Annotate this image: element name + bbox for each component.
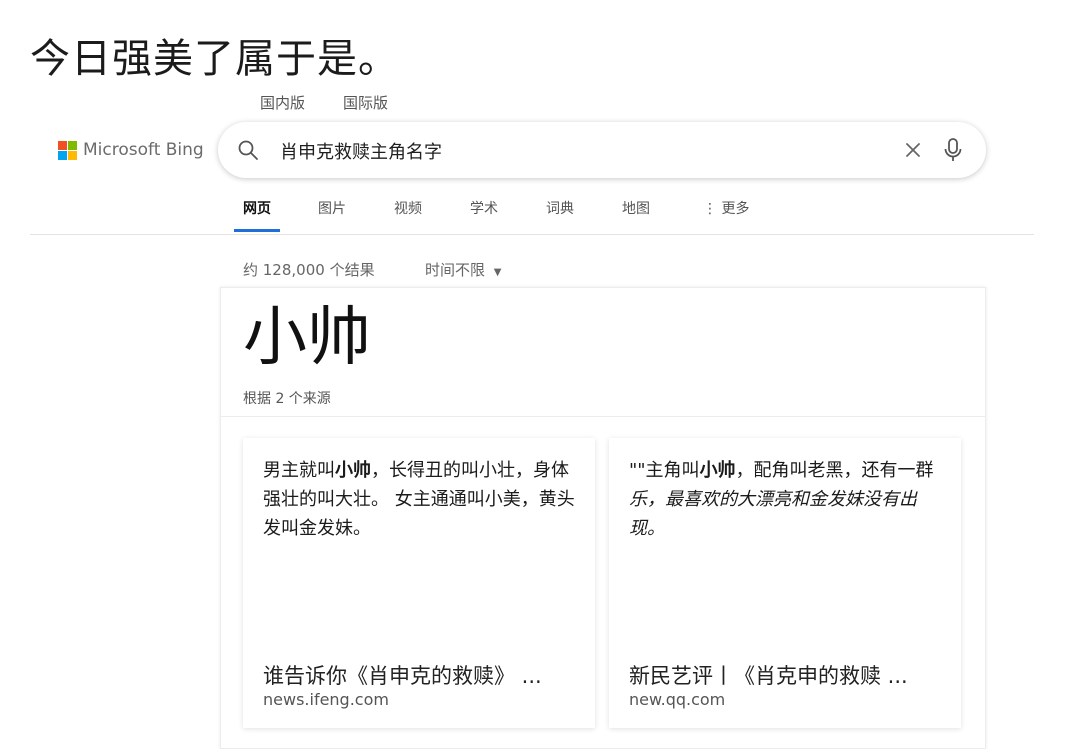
card-divider <box>221 416 985 417</box>
search-icon[interactable] <box>236 138 260 162</box>
source-snippet: 男主就叫小帅，长得丑的叫小壮，身体强壮的叫大壮。 女主通通叫小美，黄头发叫金发妹… <box>263 460 575 539</box>
tab-web[interactable]: 网页 <box>243 198 271 218</box>
result-count: 约 128,000 个结果 <box>243 261 375 279</box>
active-tab-indicator <box>234 229 280 232</box>
more-dots-icon: ⋮ <box>703 201 717 217</box>
tab-dictionary[interactable]: 词典 <box>546 198 574 218</box>
tab-academic[interactable]: 学术 <box>470 198 498 218</box>
tab-videos[interactable]: 视频 <box>394 198 422 218</box>
source-card-qq[interactable]: ""主角叫小帅，配角叫老黑，还有一群乐，最喜欢的大漂亮和金发妹没有出现。 新民艺… <box>609 438 961 728</box>
meme-caption: 今日强美了属于是。 <box>30 36 399 82</box>
region-tabs: 国内版 国际版 <box>260 92 388 113</box>
header-divider <box>30 234 1034 235</box>
caret-down-icon: ▼ <box>493 267 502 278</box>
source-title-link[interactable]: 谁告诉你《肖申克的救赎》 ... <box>263 660 583 690</box>
microsoft-logo-icon <box>58 140 77 160</box>
logo-text: Microsoft Bing <box>83 140 204 160</box>
source-domain: new.qq.com <box>629 690 726 709</box>
region-tab-domestic[interactable]: 国内版 <box>260 92 305 113</box>
microphone-icon[interactable] <box>942 136 964 164</box>
bing-logo[interactable]: Microsoft Bing <box>58 140 204 160</box>
search-box[interactable]: 肖申克救赎主角名字 <box>218 122 986 178</box>
tab-more[interactable]: ⋮ 更多 <box>703 198 749 218</box>
source-domain: news.ifeng.com <box>263 690 389 709</box>
source-title-link[interactable]: 新民艺评丨《肖克申的救赎 ... <box>629 660 949 690</box>
clear-icon[interactable] <box>902 139 924 161</box>
source-snippet: ""主角叫小帅，配角叫老黑，还有一群乐，最喜欢的大漂亮和金发妹没有出现。 <box>629 460 934 539</box>
time-filter-dropdown[interactable]: 时间不限 ▼ <box>425 259 502 280</box>
search-input[interactable]: 肖申克救赎主角名字 <box>280 138 442 164</box>
answer-title: 小帅 <box>243 301 371 375</box>
answer-sources-count: 根据 2 个来源 <box>243 391 331 407</box>
source-card-ifeng[interactable]: 男主就叫小帅，长得丑的叫小壮，身体强壮的叫大壮。 女主通通叫小美，黄头发叫金发妹… <box>243 438 595 728</box>
time-filter-label: 时间不限 <box>425 261 486 279</box>
answer-card: 小帅 根据 2 个来源 男主就叫小帅，长得丑的叫小壮，身体强壮的叫大壮。 女主通… <box>220 287 986 749</box>
tab-maps[interactable]: 地图 <box>622 198 650 218</box>
region-tab-international[interactable]: 国际版 <box>343 92 388 113</box>
tab-images[interactable]: 图片 <box>318 198 346 218</box>
tab-more-label: 更多 <box>721 201 750 217</box>
